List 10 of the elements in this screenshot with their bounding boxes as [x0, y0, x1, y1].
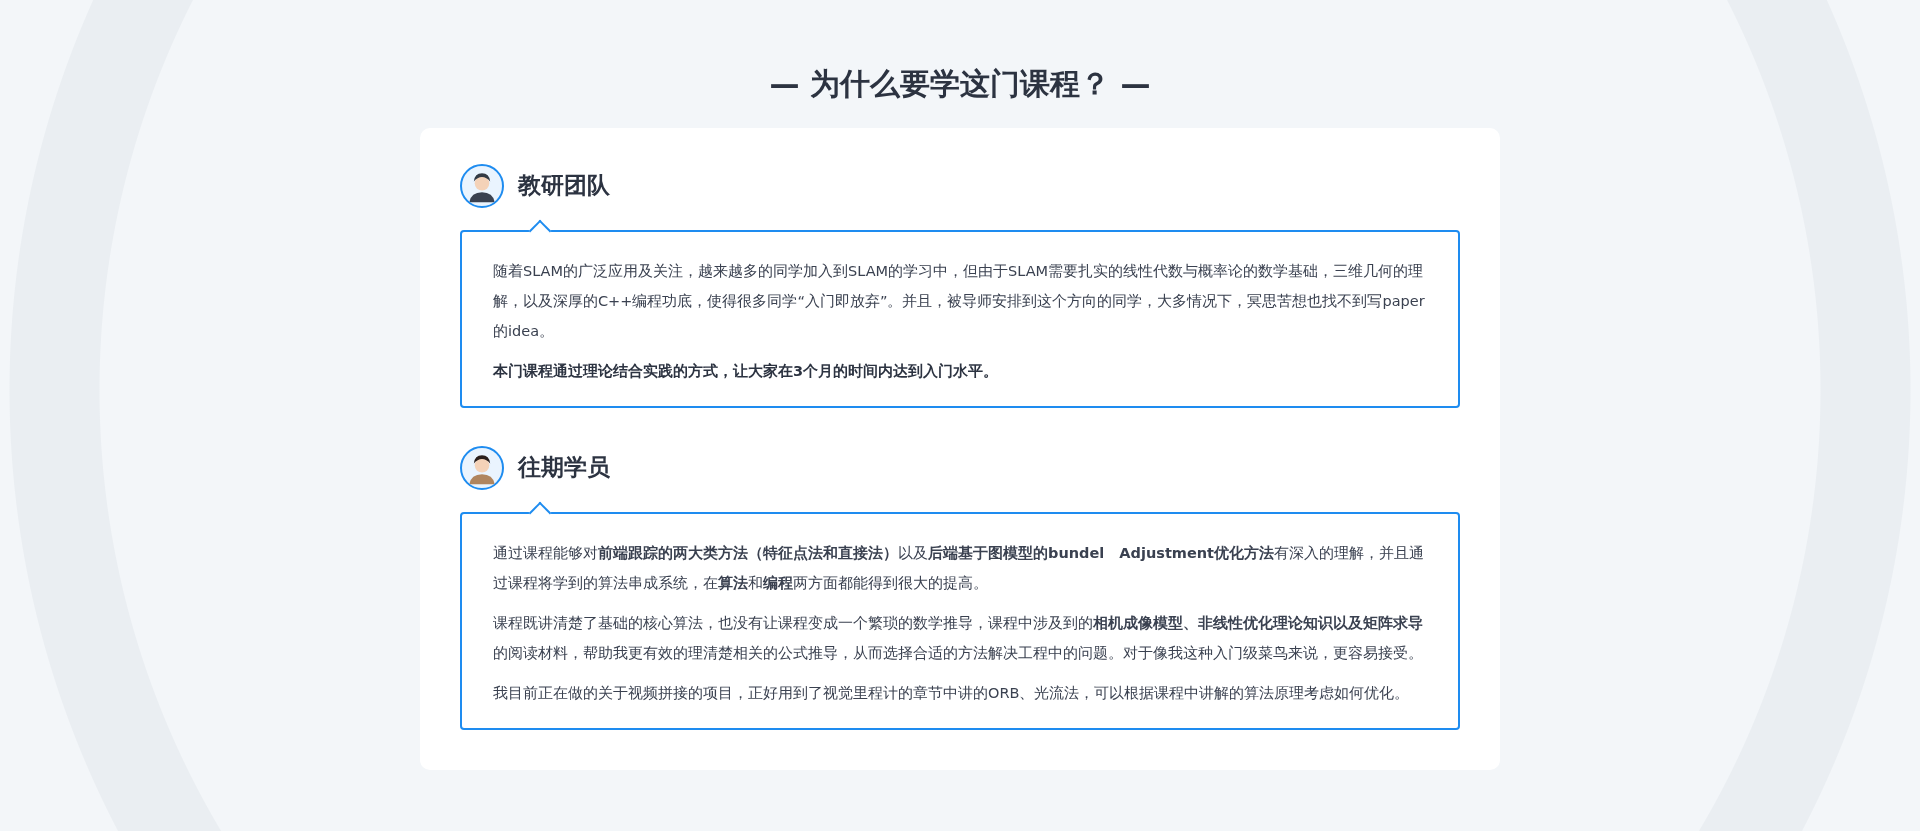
- avatar-icon: [460, 446, 504, 490]
- paragraph: 课程既讲清楚了基础的核心算法，也没有让课程变成一个繁琐的数学推导，课程中涉及到的相机成像模型、非线性优化理论知识以及矩阵求导的阅读材料，帮助我更有效的理清楚相关的公式推导，从而选择合适的方法解决工程中的问题。对于像我这种入门级菜鸟来说，更容易接受。: [493, 614, 1424, 663]
- paragraph: 本门课程通过理论结合实践的方式，让大家在3个月的时间内达到入门水平。: [493, 362, 1000, 381]
- avatar-icon: [460, 164, 504, 208]
- section-heading: 往期学员: [518, 454, 610, 482]
- paragraph: 随着SLAM的广泛应用及关注，越来越多的同学加入到SLAM的学习中，但由于SLAM需要扎实的线性代数与概率论的数学基础，三维几何的理解，以及深厚的C++编程功底，使得很多同学“入门即放弃”。并且，被导师安排到这个方向的同学，大多情况下，冥思苦想也找不到写paper的idea。: [493, 262, 1426, 341]
- paragraph: 通过课程能够对前端跟踪的两大类方法（特征点法和直接法）以及后端基于图模型的bundel Adjustment优化方法有深入的理解，并且通过课程将学到的算法串成系统，在算法和编程两方面都能得到很大的提高。: [493, 544, 1425, 593]
- section-heading: 教研团队: [518, 172, 610, 200]
- paragraph: 我目前正在做的关于视频拼接的项目，正好用到了视觉里程计的章节中讲的ORB、光流法，可以根据课程中讲解的算法原理考虑如何优化。: [493, 684, 1411, 703]
- page-title: — 为什么要学这门课程？ —: [769, 65, 1151, 102]
